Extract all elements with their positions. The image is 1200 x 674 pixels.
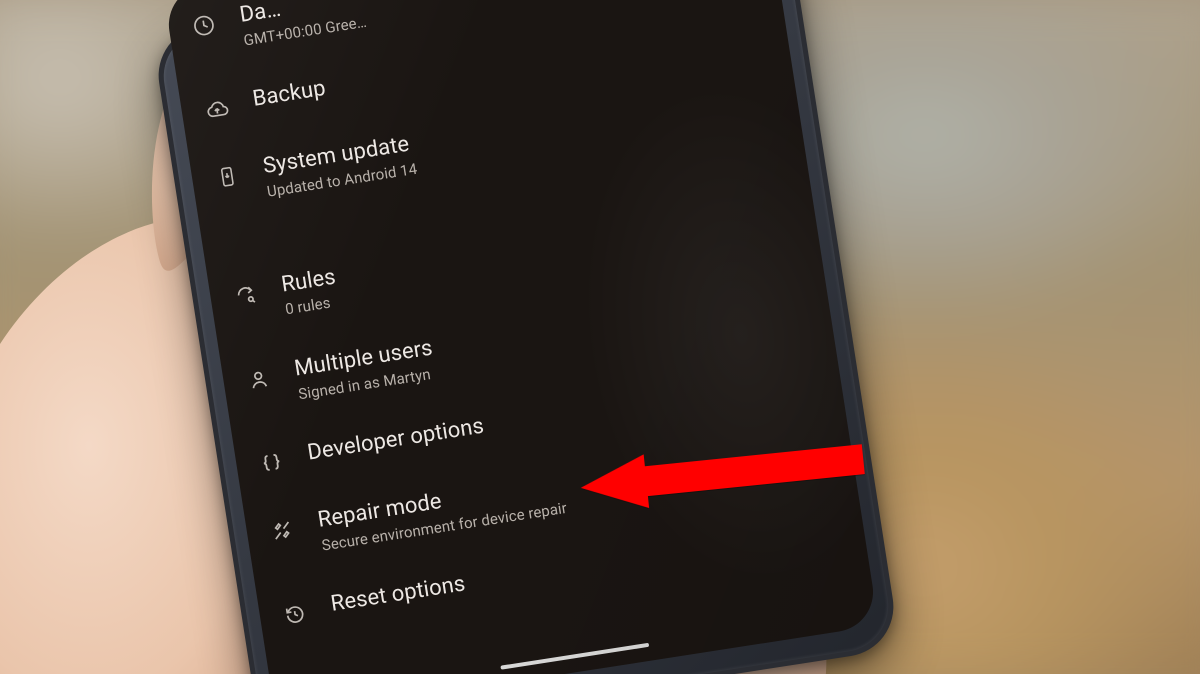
settings-list: Da… GMT+00:00 Gree… Backup System update [163,0,868,652]
system-update-icon [213,162,243,192]
phone-device: Da… GMT+00:00 Gree… Backup System update [152,0,901,674]
settings-item-label: Backup [251,76,328,113]
cloud-upload-icon [202,95,232,125]
rules-icon [231,280,261,310]
person-icon [244,364,274,394]
tools-icon [267,516,297,546]
clock-icon [189,11,219,41]
android-settings-screen: Da… GMT+00:00 Gree… Backup System update [163,0,878,674]
settings-item-label: Developer options [306,414,486,467]
braces-icon [257,449,287,479]
history-icon [280,600,310,630]
settings-item-label: Reset options [329,572,467,618]
